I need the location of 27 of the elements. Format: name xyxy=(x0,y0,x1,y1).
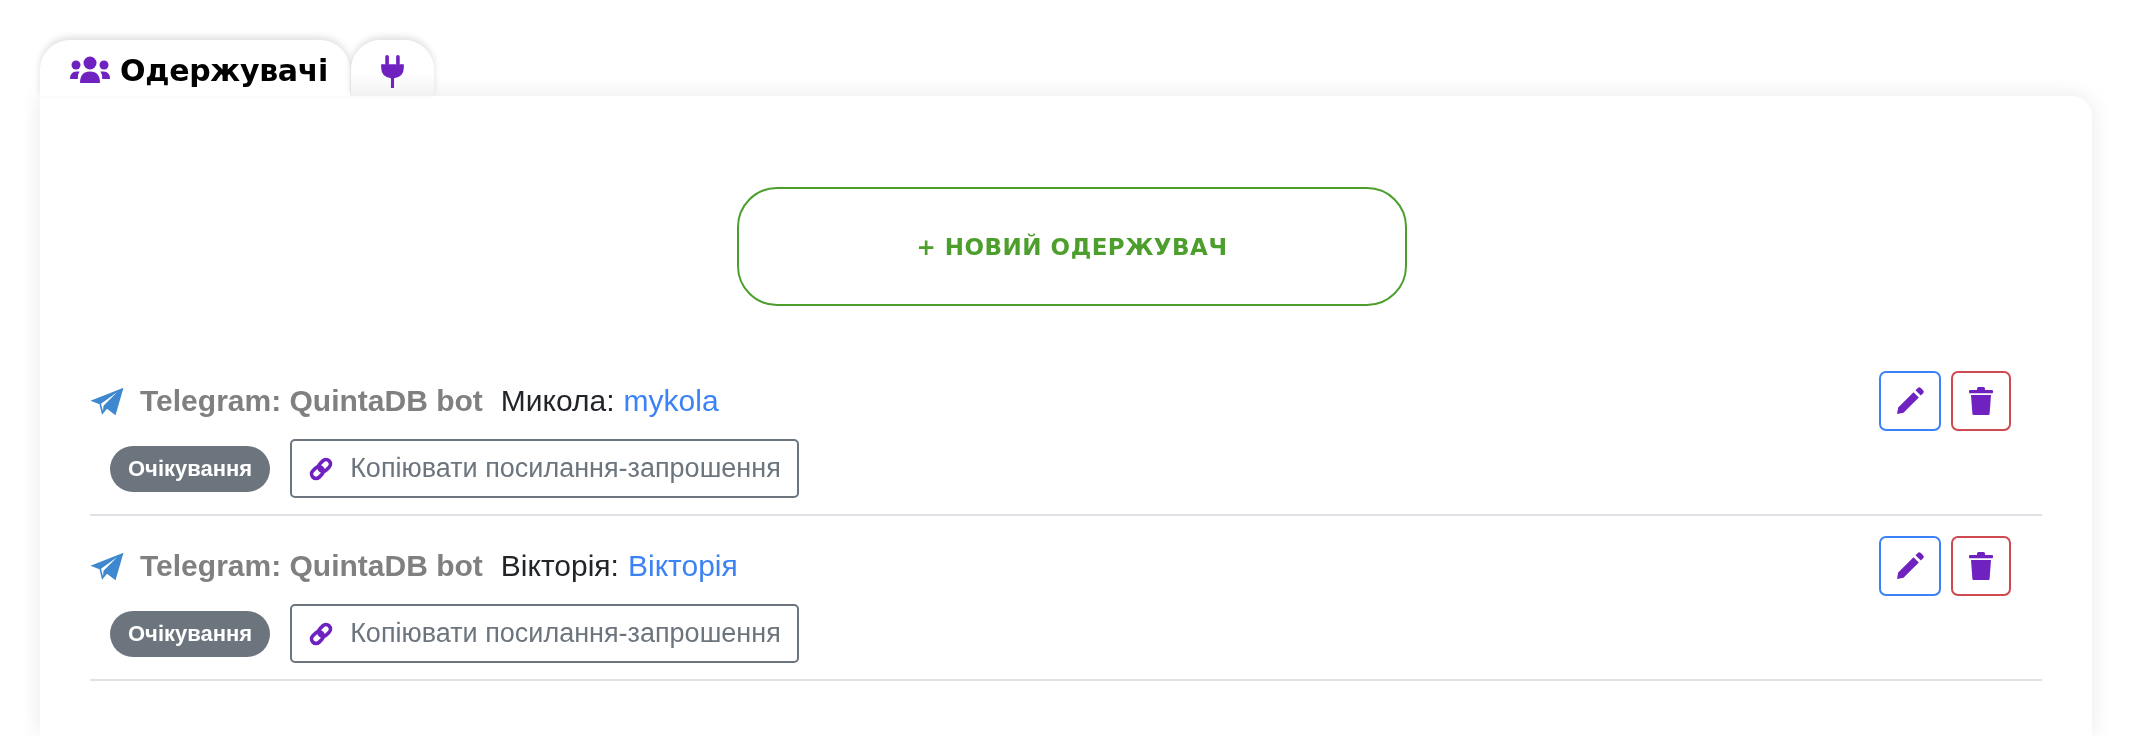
link-icon xyxy=(308,455,335,482)
paper-plane-icon xyxy=(90,551,124,581)
edit-button[interactable] xyxy=(1879,536,1941,596)
tab[interactable] xyxy=(351,40,435,96)
copy-invite-button[interactable]: Копіювати посилання-запрошення xyxy=(290,604,799,663)
channel-name: Telegram: QuintaDB bot xyxy=(140,384,483,418)
pencil-icon xyxy=(1896,552,1924,580)
delete-button[interactable] xyxy=(1951,371,2011,431)
paper-plane-icon xyxy=(90,386,124,416)
channel-name: Telegram: QuintaDB bot xyxy=(140,549,483,583)
users-icon xyxy=(70,56,110,84)
new-recipient-button[interactable]: + НОВИЙ ОДЕРЖУВАЧ xyxy=(737,187,1407,306)
recipient-name: Микола: xyxy=(500,384,615,418)
edit-button[interactable] xyxy=(1879,371,1941,431)
pencil-icon xyxy=(1896,387,1924,415)
recipient-name: Вікторія: xyxy=(500,549,619,583)
trash-icon xyxy=(1969,552,1993,580)
tab[interactable]: Одержувачі xyxy=(40,40,351,96)
username-link[interactable]: mykola xyxy=(623,384,719,418)
copy-invite-button[interactable]: Копіювати посилання-запрошення xyxy=(290,439,799,498)
username-link[interactable]: Вікторія xyxy=(627,549,738,583)
plug-icon xyxy=(380,54,406,88)
trash-icon xyxy=(1969,387,1993,415)
status-badge: Очікування xyxy=(110,610,271,657)
status-badge: Очікування xyxy=(110,445,271,492)
link-icon xyxy=(308,620,335,647)
delete-button[interactable] xyxy=(1951,536,2011,596)
